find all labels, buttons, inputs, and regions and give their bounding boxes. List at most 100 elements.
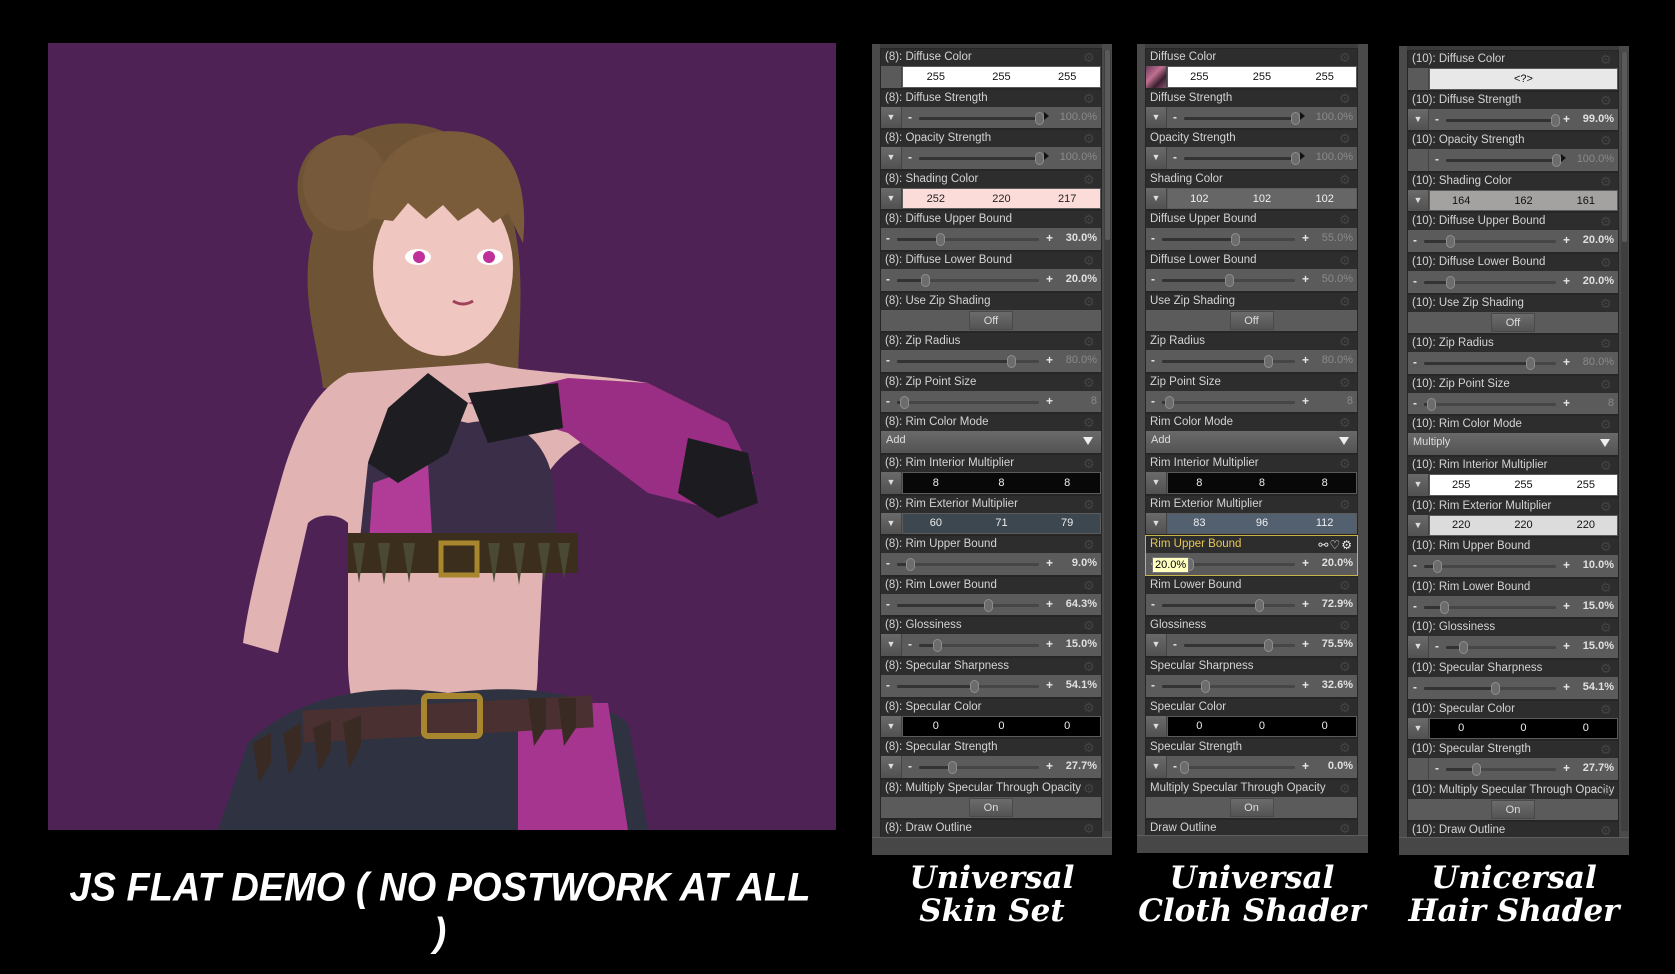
color-channel-value[interactable]: 0 [1430, 722, 1492, 734]
toggle-button[interactable]: Off [969, 310, 1013, 331]
slider-track[interactable] [1184, 111, 1300, 125]
slider-track[interactable] [897, 679, 1039, 693]
color-channel-value[interactable]: 102 [1231, 193, 1293, 205]
color-value-field[interactable]: 255 255 255 [903, 67, 1100, 87]
dropdown-button[interactable]: ▼ [881, 634, 902, 656]
gear-icon[interactable]: ⚙ [1083, 132, 1096, 145]
gear-icon[interactable]: ⚙ [1083, 213, 1096, 226]
gear-icon[interactable]: ⚙ [1339, 416, 1352, 429]
increment-button[interactable]: + [1302, 353, 1309, 367]
color-channel-value[interactable]: 0 [1555, 722, 1617, 734]
color-channel-value[interactable]: 220 [1555, 519, 1617, 531]
slider-track[interactable] [1446, 763, 1556, 777]
increment-button[interactable]: + [1046, 759, 1053, 773]
gear-icon[interactable]: ⚙ [1083, 416, 1096, 429]
slider-track[interactable] [1424, 275, 1556, 289]
slider-handle[interactable] [1491, 681, 1501, 695]
decrement-button[interactable]: - [1173, 110, 1177, 124]
dropdown-button[interactable]: ▼ [881, 471, 902, 494]
color-swatch-button[interactable] [1408, 68, 1429, 90]
slider-value[interactable]: 27.7% [1066, 759, 1097, 773]
dropdown-button[interactable]: ▼ [1408, 636, 1429, 658]
color-channel-value[interactable]: 8 [1168, 477, 1230, 489]
gear-icon[interactable]: ⚙ [1339, 619, 1352, 632]
increment-button[interactable]: + [1046, 597, 1053, 611]
increment-button[interactable]: + [1302, 556, 1309, 570]
gear-icon[interactable]: ⚙ [1083, 335, 1096, 348]
increment-button[interactable]: + [1563, 761, 1570, 775]
increment-button[interactable]: + [1563, 639, 1570, 653]
slider-handle[interactable] [948, 761, 958, 775]
gear-icon[interactable]: ⚙ [1600, 581, 1613, 594]
dropdown-button[interactable]: ▼ [1146, 715, 1167, 738]
gear-icon[interactable]: ⚙ [1600, 378, 1613, 391]
decrement-button[interactable]: - [1151, 353, 1155, 367]
slider-track[interactable] [897, 355, 1039, 369]
increment-button[interactable]: + [1563, 680, 1570, 694]
rim-color-mode-select[interactable]: Multiply [1408, 433, 1618, 455]
color-channel-value[interactable]: 8 [1035, 477, 1100, 489]
gear-icon[interactable]: ⚙ [1600, 743, 1613, 756]
slider-value[interactable]: 50.0% [1322, 272, 1353, 286]
gear-icon[interactable]: ⚙ [1600, 337, 1613, 350]
decrement-button[interactable]: - [886, 272, 890, 286]
color-channel-value[interactable]: 255 [903, 71, 968, 83]
color-channel-value[interactable]: 102 [1294, 193, 1356, 205]
color-channel-value[interactable]: 255 [1294, 71, 1356, 83]
gear-icon[interactable]: ⚙ [1083, 782, 1096, 795]
decrement-button[interactable]: - [908, 110, 912, 124]
slider-value[interactable]: 20.0% [1066, 272, 1097, 286]
dropdown-button[interactable]: ▼ [1146, 756, 1167, 778]
slider-track[interactable] [1424, 235, 1556, 249]
decrement-button[interactable]: - [886, 597, 890, 611]
color-channel-value[interactable]: 255 [1493, 479, 1555, 491]
gear-icon[interactable]: ⚙ [1083, 822, 1096, 835]
slider-value[interactable]: 27.7% [1583, 761, 1614, 775]
color-channel-value[interactable]: 162 [1493, 195, 1555, 207]
texture-thumbnail[interactable] [1146, 66, 1167, 88]
slider-value[interactable]: 100.0% [1316, 150, 1353, 164]
decrement-button[interactable]: - [1151, 394, 1155, 408]
color-channel-value[interactable]: 83 [1168, 517, 1230, 529]
dropdown-button[interactable]: ▼ [1408, 717, 1429, 740]
slider-track[interactable] [1162, 233, 1295, 247]
slider-handle[interactable] [933, 639, 942, 653]
gear-icon[interactable]: ⚙ [1083, 173, 1096, 186]
decrement-button[interactable]: - [1413, 599, 1417, 613]
slider-value[interactable]: 8 [1347, 394, 1353, 408]
slider-value[interactable]: 32.6% [1322, 678, 1353, 692]
decrement-button[interactable]: - [1413, 274, 1417, 288]
color-channel-value[interactable]: 0 [1294, 720, 1356, 732]
slider-value[interactable]: 54.1% [1066, 678, 1097, 692]
slider-track[interactable] [1180, 761, 1295, 775]
slider-value[interactable]: 20.0% [1583, 274, 1614, 288]
gear-icon[interactable]: ⚙ [1600, 784, 1613, 797]
color-channel-value[interactable]: 0 [1035, 720, 1100, 732]
scrollbar-thumb[interactable] [1622, 52, 1627, 242]
gear-icon[interactable]: ⚙ [1600, 662, 1613, 675]
increment-button[interactable]: + [1563, 112, 1570, 126]
slider-handle[interactable] [1291, 152, 1300, 166]
color-value-field[interactable]: 888 [1168, 472, 1356, 493]
color-value-field[interactable]: 000 [1168, 716, 1356, 737]
slider-value[interactable]: 80.0% [1583, 355, 1614, 369]
gear-icon[interactable]: ⚙ [1600, 418, 1613, 431]
color-channel-value[interactable]: 79 [1035, 517, 1100, 529]
dropdown-button[interactable]: ▼ [1146, 147, 1167, 169]
link-icon[interactable]: ⚯ [1318, 538, 1329, 552]
slider-handle[interactable] [1006, 355, 1016, 369]
heart-icon[interactable]: ♡ [1329, 538, 1341, 552]
increment-button[interactable]: + [1563, 355, 1570, 369]
slider-value[interactable]: 100.0% [1060, 150, 1097, 164]
color-channel-value[interactable]: 112 [1294, 517, 1356, 529]
gear-icon[interactable]: ⚙ [1339, 376, 1352, 389]
slider-value[interactable]: 20.0% [1583, 233, 1614, 247]
slider-handle[interactable] [1458, 641, 1468, 655]
gear-icon[interactable]: ⚙ [1339, 132, 1352, 145]
color-channel-value[interactable]: 0 [1493, 722, 1555, 734]
slider-value[interactable]: 100.0% [1316, 110, 1353, 124]
gear-icon[interactable]: ⚙ [1339, 173, 1352, 186]
slider-track[interactable] [1446, 154, 1561, 168]
decrement-button[interactable]: - [1413, 355, 1417, 369]
color-channel-value[interactable]: 164 [1430, 195, 1492, 207]
